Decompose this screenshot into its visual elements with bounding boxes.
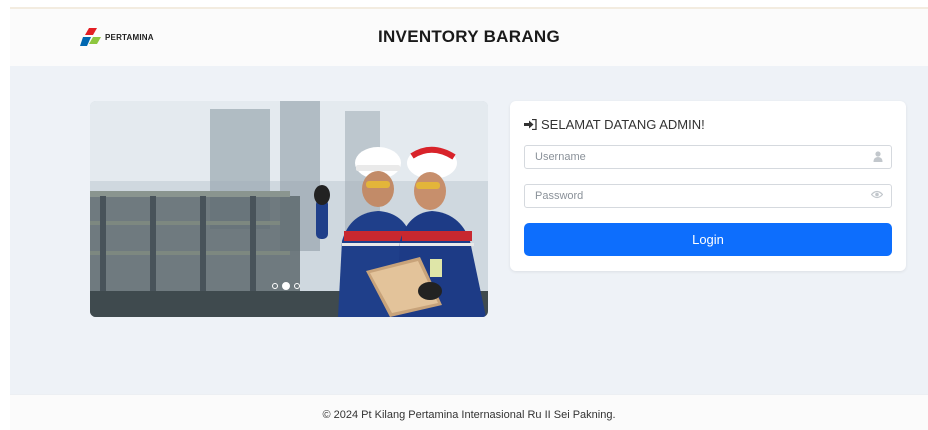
login-title: SELAMAT DATANG ADMIN! [541, 117, 705, 132]
main-content: SELAMAT DATANG ADMIN! Login [10, 66, 928, 394]
password-input[interactable] [525, 185, 865, 207]
login-button[interactable]: Login [524, 223, 892, 256]
carousel-indicator-1[interactable] [272, 283, 278, 289]
image-carousel[interactable] [90, 101, 488, 317]
password-field [524, 184, 892, 208]
user-icon [873, 151, 883, 162]
login-card: SELAMAT DATANG ADMIN! Login [510, 101, 906, 271]
page-header: PERTAMINA INVENTORY BARANG [10, 9, 928, 66]
sign-in-icon [524, 119, 537, 130]
carousel-indicators [272, 282, 300, 290]
carousel-indicator-3[interactable] [294, 283, 300, 289]
page-footer: © 2024 Pt Kilang Pertamina Internasional… [10, 394, 928, 430]
carousel-indicator-2[interactable] [282, 282, 290, 290]
eye-icon[interactable] [871, 190, 883, 199]
username-input[interactable] [525, 146, 865, 168]
page-title: INVENTORY BARANG [377, 27, 561, 46]
copyright-text: © 2024 Pt Kilang Pertamina Internasional… [322, 409, 616, 421]
login-heading: SELAMAT DATANG ADMIN! [524, 117, 705, 132]
username-field [524, 145, 892, 169]
